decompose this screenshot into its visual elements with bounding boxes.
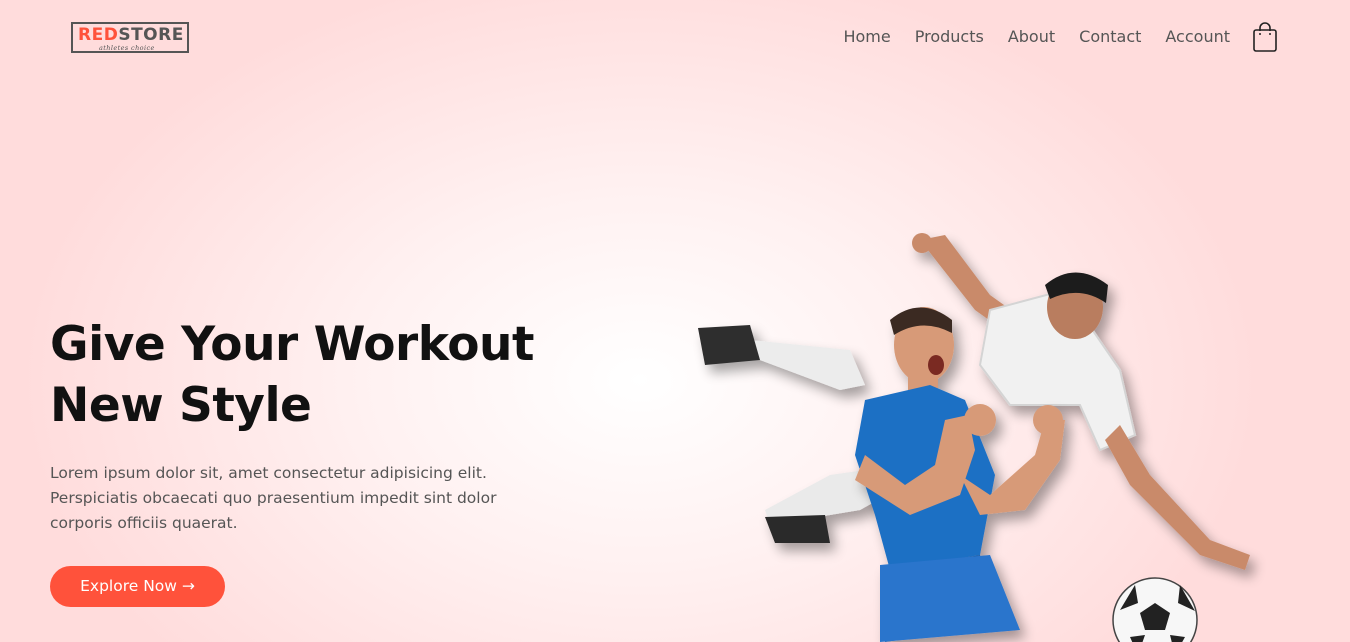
nav-account[interactable]: Account [1165,27,1230,47]
logo-text: REDSTORE [78,25,184,45]
explore-now-button[interactable]: Explore Now → [50,566,225,607]
hero-image [698,233,1250,642]
logo-tagline: athletes choice [99,44,155,52]
hero-title-line1: Give Your Workout [50,317,534,372]
nav-about[interactable]: About [1008,27,1055,47]
nav-contact[interactable]: Contact [1079,27,1141,47]
hero-description: Lorem ipsum dolor sit, amet consectetur … [50,464,497,532]
logo-text-store: STORE [118,25,184,45]
hero-title: Give Your Workout New Style [50,314,610,436]
shopping-bag-icon [1253,22,1277,52]
navbar: REDSTORE athletes choice Home Products A… [0,0,1350,78]
nav-home[interactable]: Home [843,27,890,47]
logo-text-red: RED [78,25,119,45]
cart-button[interactable] [1253,22,1277,52]
logo[interactable]: REDSTORE athletes choice [71,22,189,53]
nav-products[interactable]: Products [915,27,984,47]
football [1112,577,1198,642]
hero-title-line2: New Style [50,378,312,433]
main-nav: Home Products About Contact Account [819,27,1230,47]
